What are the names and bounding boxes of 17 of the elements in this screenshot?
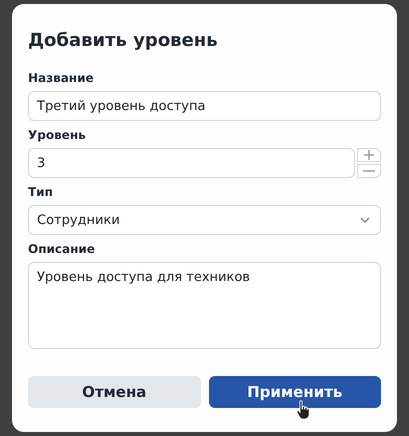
field-label: Описание: [28, 242, 96, 256]
hand-pointer-icon: [296, 400, 310, 420]
field-label: Уровень: [28, 128, 87, 142]
dialog-title: Добавить уровень: [28, 30, 219, 51]
field-label: Название: [28, 71, 95, 85]
type-dropdown[interactable]: Сотрудники: [28, 205, 381, 235]
increment-button[interactable]: [357, 148, 381, 162]
plus-icon: [364, 150, 374, 160]
cancel-button[interactable]: Отмена: [28, 376, 200, 408]
decrement-button[interactable]: [357, 164, 381, 178]
minus-icon: [363, 170, 375, 172]
name-field[interactable]: Третий уровень доступа: [28, 91, 381, 121]
description-field[interactable]: Уровень доступа для техников: [28, 262, 381, 349]
level-field[interactable]: 3: [28, 148, 356, 178]
chevron-down-icon: [360, 217, 370, 223]
apply-button[interactable]: Применить: [208, 376, 381, 408]
field-label: Тип: [28, 185, 54, 199]
